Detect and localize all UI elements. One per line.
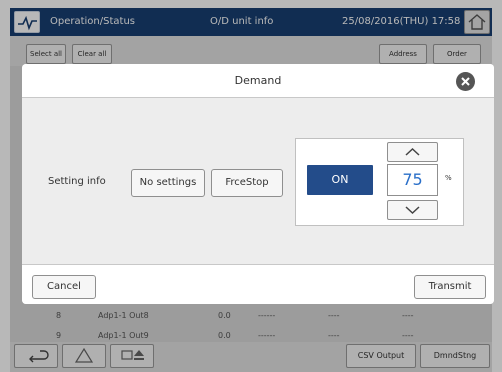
percent-unit: % xyxy=(445,174,452,182)
demand-value[interactable]: 75 xyxy=(387,164,438,196)
on-button[interactable]: ON xyxy=(307,165,373,195)
demand-dialog: Demand Setting info No settings FrceStop… xyxy=(22,64,494,304)
dialog-header: Demand xyxy=(22,64,494,98)
screen: Operation/Status O/D unit info 25/08/201… xyxy=(0,0,502,372)
dialog-footer: Cancel Transmit xyxy=(22,264,494,304)
close-icon xyxy=(461,77,470,86)
decrement-button[interactable] xyxy=(387,200,438,220)
cancel-button[interactable]: Cancel xyxy=(32,275,96,299)
setting-info-label: Setting info xyxy=(48,176,106,187)
no-settings-button[interactable]: No settings xyxy=(131,169,205,197)
chevron-down-icon xyxy=(405,206,420,215)
demand-value-panel: ON 75 % xyxy=(295,138,464,226)
increment-button[interactable] xyxy=(387,142,438,162)
force-stop-button[interactable]: FrceStop xyxy=(211,169,283,197)
dialog-title: Demand xyxy=(234,74,282,87)
transmit-button[interactable]: Transmit xyxy=(414,275,486,299)
close-button[interactable] xyxy=(456,72,475,91)
chevron-up-icon xyxy=(405,147,420,156)
